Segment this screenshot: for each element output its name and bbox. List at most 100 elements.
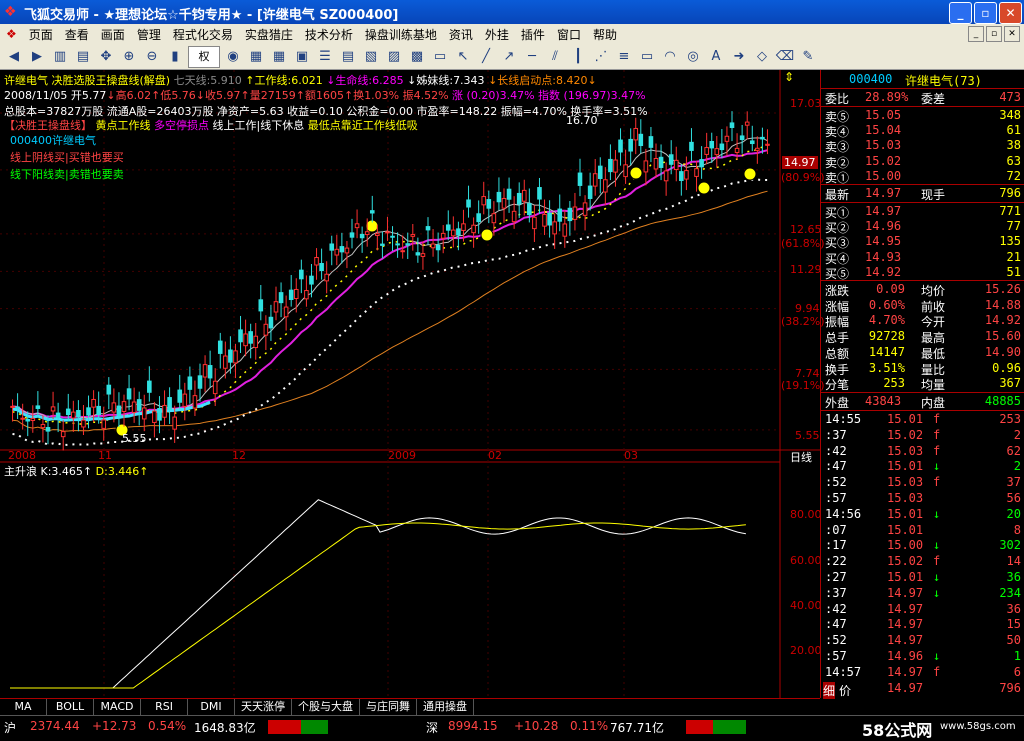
tick-time: :52	[825, 633, 847, 648]
tick-price: 14.97	[887, 633, 924, 648]
menu-window[interactable]: 窗口	[551, 26, 587, 43]
candle-body	[572, 206, 578, 220]
tab-dmi[interactable]: DMI	[188, 699, 235, 715]
stat-label: 最高	[921, 331, 946, 346]
tab-stock-vs-market[interactable]: 个股与大盘	[292, 699, 360, 715]
indicator-tabs: MA BOLL MACD RSI DMI 天天涨停 个股与大盘 与庄同舞 通用操…	[0, 698, 820, 715]
lock-icon[interactable]: ✎	[798, 47, 818, 67]
cycle-tool-icon[interactable]: ◎	[683, 47, 703, 67]
k-line-icon[interactable]: ▥	[50, 47, 70, 67]
menu-programmatic-trading[interactable]: 程式化交易	[167, 26, 239, 43]
menu-plugins[interactable]: 插件	[515, 26, 551, 43]
menu-manage[interactable]: 管理	[131, 26, 167, 43]
print-icon[interactable]: ▭	[430, 47, 450, 67]
tab-dance-with-dealer[interactable]: 与庄同舞	[360, 699, 417, 715]
window-icon[interactable]: ▣	[292, 47, 312, 67]
tab-daily-limit[interactable]: 天天涨停	[235, 699, 292, 715]
candle-body	[673, 159, 679, 171]
arrow-tool-icon[interactable]: ➜	[729, 47, 749, 67]
export-icon[interactable]: ▩	[407, 47, 427, 67]
candle-body	[192, 395, 198, 409]
zoom-in-icon[interactable]: ⊕	[119, 47, 139, 67]
vline-tool-icon[interactable]: ┃	[568, 47, 588, 67]
menu-screen[interactable]: 画面	[95, 26, 131, 43]
watermark-logo: 58公式网	[862, 721, 933, 740]
sell-row: 卖① 15.00 72	[825, 169, 1021, 185]
info-life-line: ↓生命线:6.285	[326, 74, 404, 87]
pointer-icon[interactable]: ↖	[453, 47, 473, 67]
mdi-restore-button[interactable]: ▫	[986, 26, 1002, 42]
grid-icon[interactable]: ▦	[269, 47, 289, 67]
fib-tool-icon[interactable]: ≡	[614, 47, 634, 67]
rect-tool-icon[interactable]: ▭	[637, 47, 657, 67]
red-tool-icon[interactable]: ◉	[223, 47, 243, 67]
table-icon[interactable]: ▤	[338, 47, 358, 67]
period-label[interactable]: 日线	[790, 449, 812, 465]
candle-body	[20, 417, 25, 420]
maximize-button[interactable]: ▫	[974, 2, 997, 24]
bar-chart-icon[interactable]: ▮	[165, 47, 185, 67]
tick-row: :57 15.03 56	[825, 491, 1021, 507]
text-tool-icon[interactable]: A	[706, 47, 726, 67]
menu-help[interactable]: 帮助	[587, 26, 623, 43]
tick-time: :57	[825, 491, 847, 505]
close-button[interactable]: ✕	[999, 2, 1022, 24]
line-tool-icon[interactable]: ╱	[476, 47, 496, 67]
tick-volume: 62	[1006, 443, 1021, 458]
chart-area[interactable]: 许继电气 决胜选股王操盘线(解盘) 七天线:5.910 ↑工作线:6.021 ↓…	[0, 70, 825, 698]
hline-tool-icon[interactable]: ─	[522, 47, 542, 67]
y-tick: 12.65	[790, 223, 822, 236]
back-icon[interactable]: ◀	[4, 47, 24, 67]
neipan-label: 内盘	[921, 396, 946, 410]
menu-tech-analysis[interactable]: 技术分析	[299, 26, 359, 43]
stat-value: 0.09	[876, 282, 905, 296]
menu-hunt[interactable]: 实盘猎庄	[239, 26, 299, 43]
stat-label: 均价	[921, 284, 946, 298]
tab-detail[interactable]: 细	[823, 682, 836, 699]
channel-tool-icon[interactable]: ⫽	[545, 47, 565, 67]
pin-icon[interactable]: ⇕	[784, 70, 794, 84]
layout-icon[interactable]: ▦	[246, 47, 266, 67]
menu-page[interactable]: 页面	[23, 26, 59, 43]
doc-icon[interactable]: ▨	[384, 47, 404, 67]
move-icon[interactable]: ✥	[96, 47, 116, 67]
menu-info[interactable]: 资讯	[443, 26, 479, 43]
stat-value: 14147	[868, 344, 905, 359]
tab-macd[interactable]: MACD	[94, 699, 141, 715]
candle-body	[283, 306, 289, 318]
rights-select[interactable]: 权	[188, 45, 220, 68]
ray-tool-icon[interactable]: ↗	[499, 47, 519, 67]
mdi-close-button[interactable]: ✕	[1004, 26, 1020, 42]
info-sister-line: ↓姊妹线:7.343	[407, 74, 485, 87]
tab-price[interactable]: 价	[839, 682, 851, 699]
buy-volume: 771	[999, 204, 1021, 218]
eraser-icon[interactable]: ⌫	[775, 47, 795, 67]
menu-view[interactable]: 查看	[59, 26, 95, 43]
candle-body	[618, 139, 623, 153]
list-icon[interactable]: ☰	[315, 47, 335, 67]
candle-body	[121, 401, 127, 412]
candle-body	[217, 340, 223, 354]
zoom-out-icon[interactable]: ⊖	[142, 47, 162, 67]
candle-body	[694, 168, 699, 177]
candle-body	[597, 165, 603, 179]
rsi-icon[interactable]: ▤	[73, 47, 93, 67]
xianshou-value: 796	[999, 186, 1021, 200]
arc-tool-icon[interactable]: ◠	[660, 47, 680, 67]
tab-general-trading[interactable]: 通用操盘	[417, 699, 474, 715]
shapes-tool-icon[interactable]: ◇	[752, 47, 772, 67]
candle-body	[369, 210, 375, 214]
tab-ma[interactable]: MA	[0, 699, 47, 715]
candle-body	[466, 199, 471, 208]
candle-body	[162, 404, 167, 418]
menu-plugin-ext[interactable]: 外挂	[479, 26, 515, 43]
mdi-minimize-button[interactable]: _	[968, 26, 984, 42]
candle-body	[131, 401, 137, 413]
tab-boll[interactable]: BOLL	[47, 699, 94, 715]
tab-rsi[interactable]: RSI	[141, 699, 188, 715]
minimize-button[interactable]: _	[949, 2, 972, 24]
menu-training[interactable]: 操盘训练基地	[359, 26, 443, 43]
forward-icon[interactable]: ▶	[27, 47, 47, 67]
board-icon[interactable]: ▧	[361, 47, 381, 67]
fan-tool-icon[interactable]: ⋰	[591, 47, 611, 67]
